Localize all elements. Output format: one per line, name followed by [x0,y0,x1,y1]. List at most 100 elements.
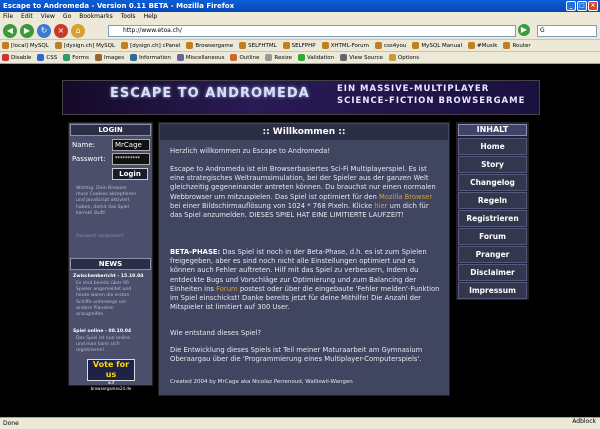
forum-link[interactable]: Forum [216,285,238,293]
webdev-item[interactable]: Outline [230,52,259,63]
menu-help[interactable]: Help [144,12,158,22]
mozilla-link[interactable]: Mozilla Browser [379,193,432,201]
window-title-bar: Escape to Andromeda - Version 0.11 BETA … [0,0,600,12]
status-text: Done [3,420,19,427]
tool-icon [340,54,348,61]
banner-title: ESCAPE TO ANDROMEDA [110,86,310,101]
nav-story[interactable]: Story [458,156,527,173]
tool-icon [388,54,396,61]
vote-label: Vote for us [92,360,130,379]
menu-view[interactable]: View [41,12,55,22]
nav-header: INHALT [458,124,527,136]
name-input[interactable]: MrCage [112,139,150,151]
webdev-item[interactable]: Validation [298,52,334,63]
password-label: Passwort: [72,155,106,163]
menu-bookmarks[interactable]: Bookmarks [79,12,113,22]
close-button[interactable]: × [588,1,598,11]
bookmark-item[interactable]: [dysign.ch] cPanel [121,40,180,51]
bookmark-icon [186,42,194,49]
web-developer-toolbar: Disable CSS Forms Images Information Mis… [0,52,600,64]
webdev-item[interactable]: Images [94,52,124,63]
news-item-text: Das Spiel ist nun online und man kann sic… [76,336,131,354]
menu-edit[interactable]: Edit [21,12,33,22]
tool-icon [2,54,9,61]
intro-paragraph: Escape to Andromeda ist ein Browserbasie… [170,165,436,220]
tool-icon [298,54,305,61]
welcome-text: Herzlich willkommen zu Escape to Androme… [170,147,331,155]
bookmark-icon [503,42,511,49]
bookmark-item[interactable]: [local] MySQL [2,40,49,51]
page-title: :: Willkommen :: [160,124,448,140]
cookie-warning: Wichtig: Dein Browser muss Cookies akzept… [76,186,137,216]
register-link[interactable]: hier [374,202,387,210]
status-bar: Done Adblock [0,417,600,429]
nav-disclaimer[interactable]: Disclaimer [458,264,527,281]
bookmark-item[interactable]: Router [503,40,531,51]
adblock-status[interactable]: Adblock [572,418,596,425]
address-bar[interactable]: http://www.etoa.ch/ [108,25,516,37]
nav-pranger[interactable]: Pranger [458,246,527,263]
forward-icon[interactable]: ▶ [20,24,34,38]
tool-icon [37,54,45,61]
forgot-password-link[interactable]: Passwort vergessen? [76,234,124,240]
go-icon[interactable]: ▶ [518,24,530,36]
nav-forum[interactable]: Forum [458,228,527,245]
webdev-item[interactable]: Forms [63,52,89,63]
tool-icon [63,54,71,61]
webdev-item[interactable]: Options [388,52,419,63]
password-input[interactable]: ********** [112,153,150,165]
webdev-item[interactable]: Miscellaneous [176,52,224,63]
news-item-title: Spiel online - 08.10.04 [73,329,132,334]
search-input[interactable]: G [537,25,597,37]
bookmark-icon [282,42,290,49]
login-header: LOGIN [70,124,151,136]
vote-sub: auf browsergames24.de [90,380,132,391]
home-icon[interactable]: ⌂ [71,24,85,38]
nav-home[interactable]: Home [458,138,527,155]
webdev-item[interactable]: Resize [265,52,292,63]
window-title: Escape to Andromeda - Version 0.11 BETA … [3,2,235,10]
menu-file[interactable]: File [3,12,13,22]
nav-regeln[interactable]: Regeln [458,192,527,209]
back-icon[interactable]: ◀ [3,24,17,38]
bookmark-item[interactable]: XHTML-Forum [321,40,369,51]
history-paragraph: Die Entwicklung dieses Spiels ist Teil m… [170,346,423,364]
navigation-toolbar: ◀ ▶ ↻ × ⌂ http://www.etoa.ch/ ▶ G [0,22,600,40]
bookmark-item[interactable]: Browsergame [186,40,233,51]
webdev-item[interactable]: Disable [2,52,31,63]
reload-icon[interactable]: ↻ [37,24,51,38]
news-item-title: Zwischenbericht - 15.10.04 [73,274,144,279]
nav-changelog[interactable]: Changelog [458,174,527,191]
webdev-item[interactable]: View Source [340,52,383,63]
login-button[interactable]: Login [112,168,148,180]
maximize-button[interactable]: □ [577,1,587,11]
vote-banner[interactable]: Vote for us auf browsergames24.de [87,359,135,391]
bookmark-item[interactable]: SELFPHP [282,40,316,51]
bookmark-icon [412,42,420,49]
bookmark-item[interactable]: #Musik [468,40,497,51]
menu-go[interactable]: Go [63,12,71,22]
bookmark-item[interactable]: [dysign.ch] MySQL [54,40,115,51]
stop-icon[interactable]: × [54,24,68,38]
bookmark-item[interactable]: MySQL Manual [412,40,462,51]
menu-bar: File Edit View Go Bookmarks Tools Help [0,12,600,22]
tool-icon [265,54,273,61]
bookmark-icon [121,42,129,49]
credits: Created 2004 by MrCage aka Nicolaz Perre… [170,379,353,385]
menu-tools[interactable]: Tools [121,12,136,22]
webdev-item[interactable]: CSS [37,52,57,63]
bookmark-icon [468,42,476,49]
bookmark-icon [54,42,62,49]
bookmark-icon [239,42,247,49]
bookmark-item[interactable]: SELFHTML [239,40,277,51]
news-header: NEWS [70,258,151,270]
nav-impressum[interactable]: Impressum [458,282,527,299]
minimize-button[interactable]: _ [566,1,576,11]
bookmark-item[interactable]: css4you [375,40,406,51]
webdev-item[interactable]: Information [130,52,171,63]
history-heading: Wie entstand dieses Spiel? [170,329,262,337]
nav-registrieren[interactable]: Registrieren [458,210,527,227]
banner-subtitle: EIN MASSIVE-MULTIPLAYER [337,84,490,94]
tool-icon [230,54,238,61]
tool-icon [94,54,102,61]
